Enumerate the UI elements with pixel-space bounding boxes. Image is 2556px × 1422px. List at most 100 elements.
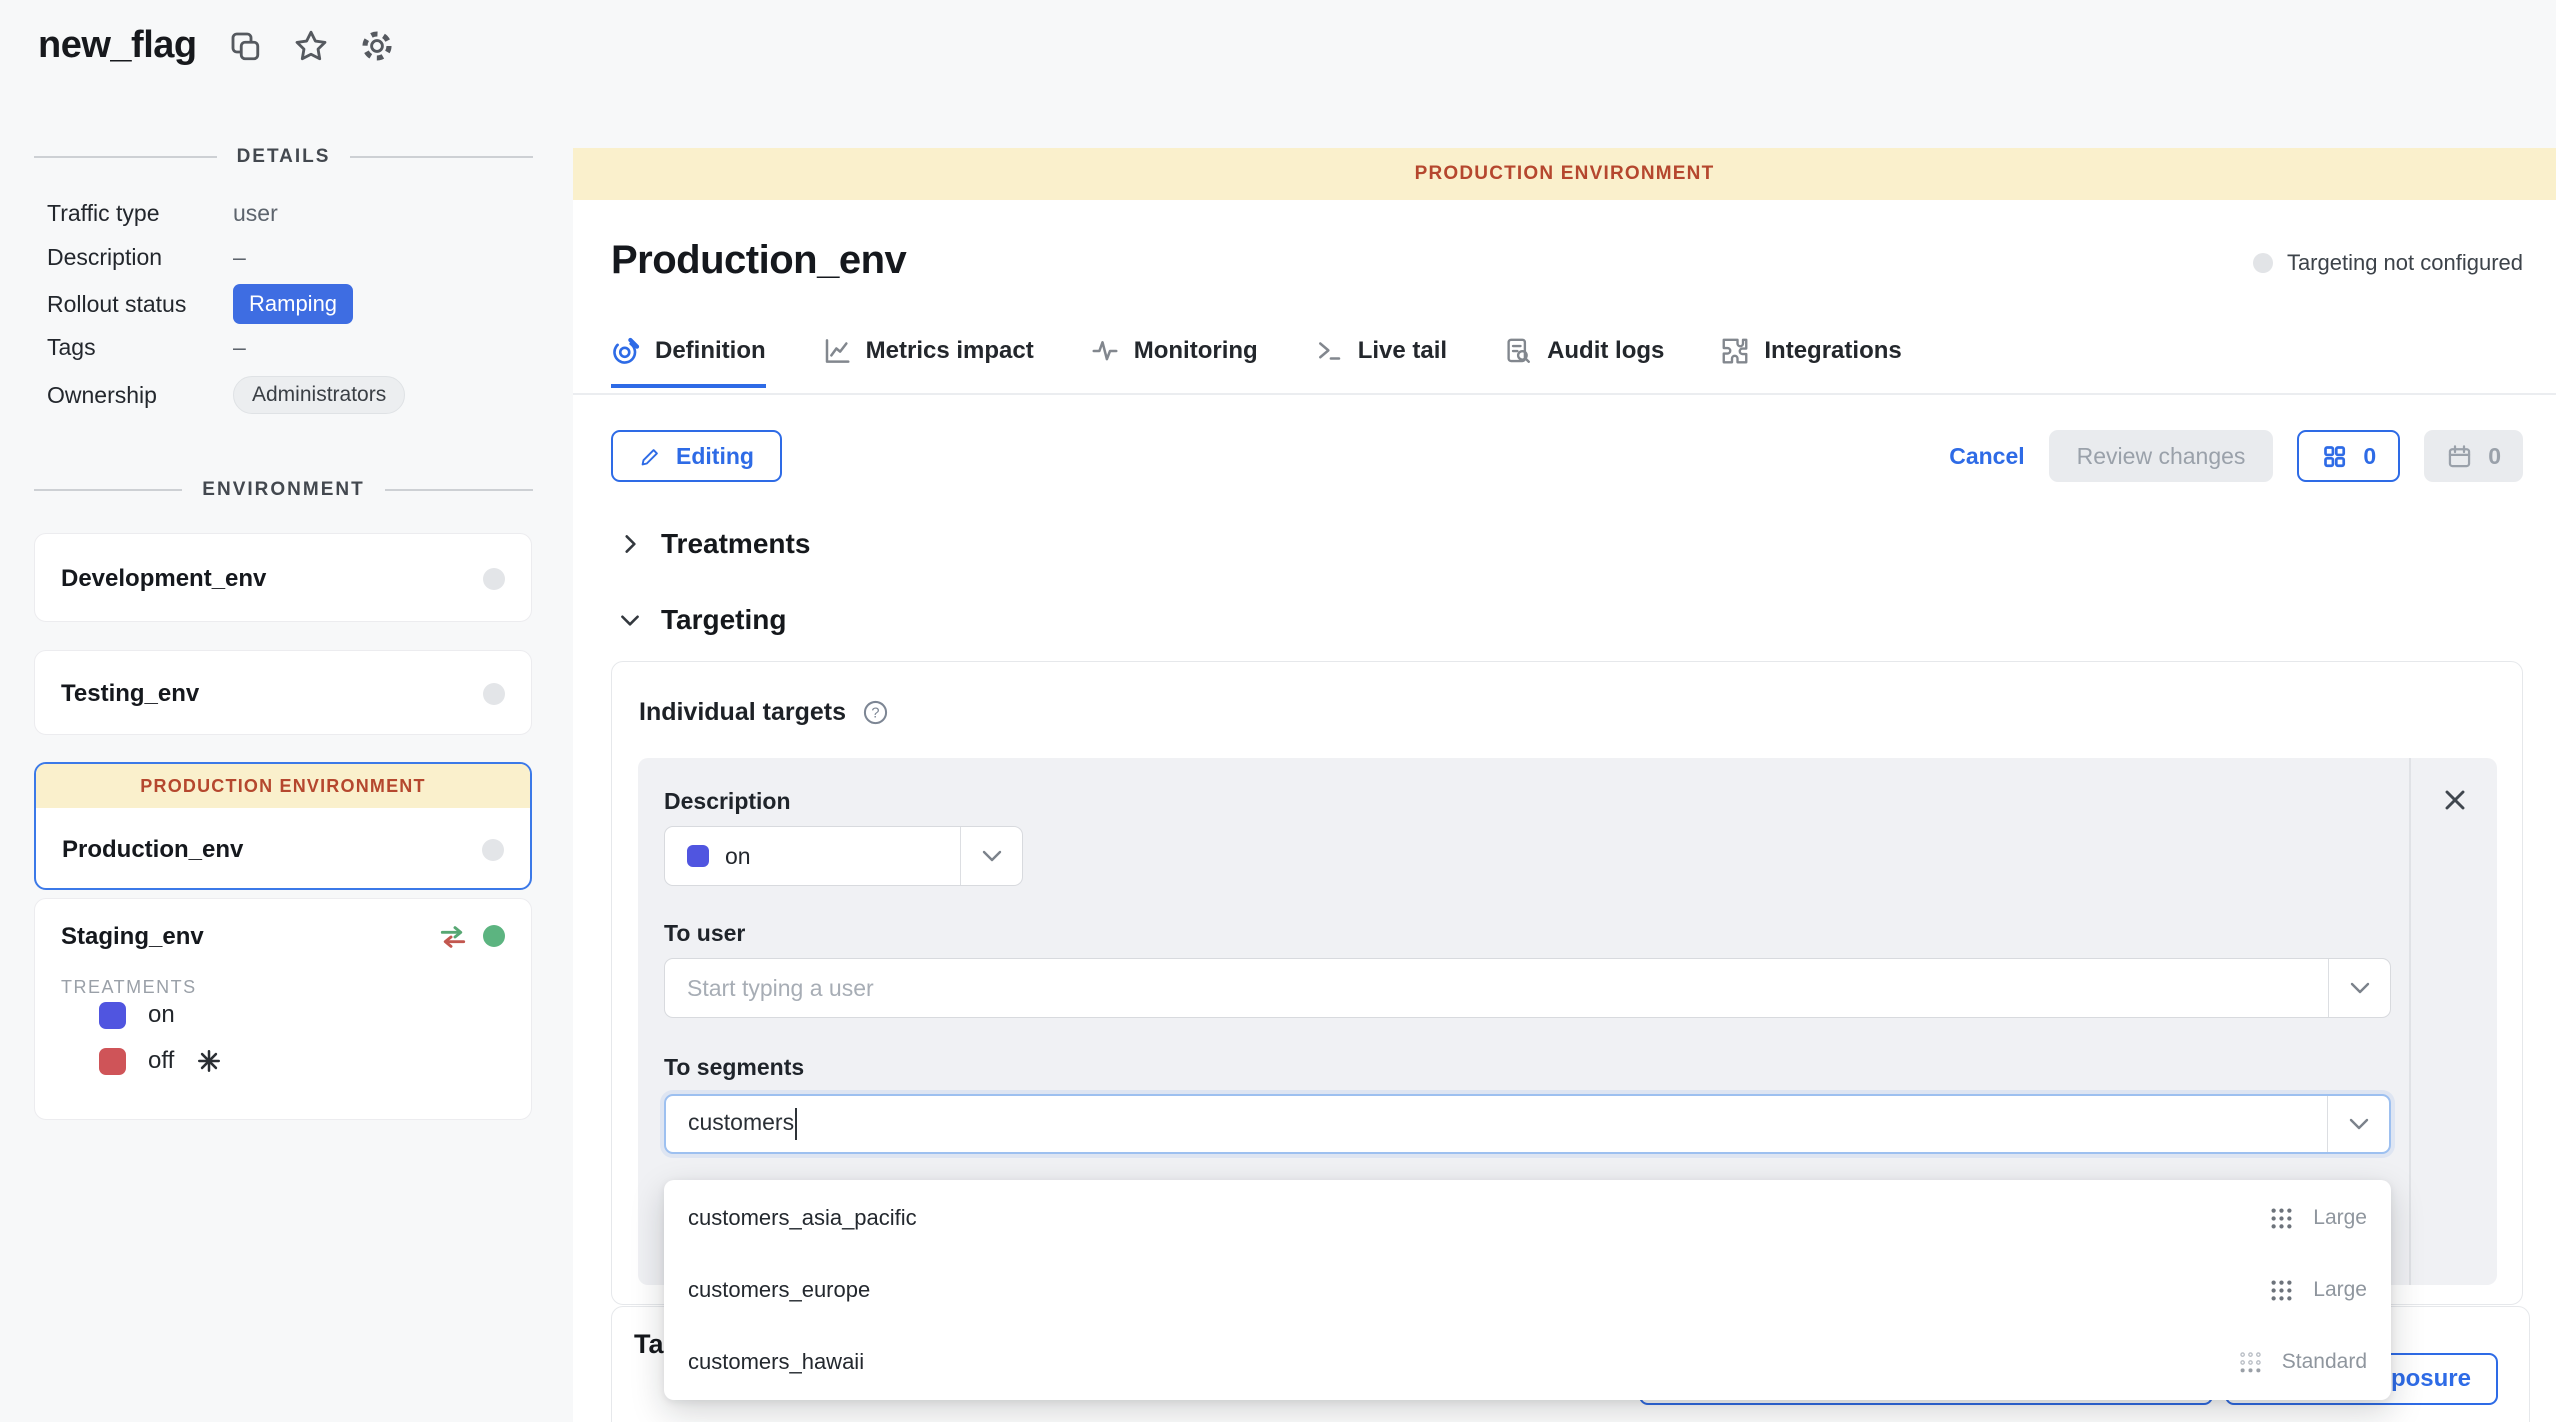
tab-label: Integrations (1764, 337, 1901, 365)
bottom-section-heading-partial: Ta (634, 1329, 664, 1360)
close-icon[interactable] (2439, 784, 2471, 816)
env-card-testing[interactable]: Testing_env (34, 650, 532, 735)
text-caret (795, 1108, 797, 1140)
grid-icon (2321, 443, 2348, 470)
segment-name: customers_europe (688, 1277, 2268, 1303)
treatments-section-header[interactable]: Treatments (617, 528, 810, 560)
detail-row-rollout-status: Rollout status Ramping (47, 284, 533, 324)
production-env-banner: PRODUCTION ENVIRONMENT (36, 764, 530, 808)
env-card-development[interactable]: Development_env (34, 533, 532, 622)
env-card-title: Production_env (62, 836, 243, 864)
chevron-down-icon[interactable] (2328, 959, 2390, 1017)
targeting-section-header[interactable]: Targeting (617, 604, 786, 636)
page-title: Production_env (611, 238, 906, 283)
chevron-down-icon[interactable] (960, 827, 1022, 885)
env-card-production[interactable]: PRODUCTION ENVIRONMENT Production_env (34, 762, 532, 890)
detail-label: Rollout status (47, 291, 233, 318)
treatment-select-value: on (725, 843, 960, 870)
env-status-dot (482, 839, 504, 861)
treatment-row-on: on (99, 1001, 175, 1029)
treatments-section-title: Treatments (661, 528, 810, 560)
segment-option-europe[interactable]: customers_europe Large (664, 1254, 2391, 1326)
segment-size-label: Standard (2282, 1350, 2367, 1374)
star-icon[interactable] (293, 28, 329, 64)
segment-option-hawaii[interactable]: customers_hawaii Standard (664, 1326, 2391, 1398)
review-changes-button[interactable]: Review changes (2049, 430, 2274, 482)
ownership-pill[interactable]: Administrators (233, 376, 405, 414)
to-user-placeholder: Start typing a user (687, 975, 2328, 1002)
editing-button[interactable]: Editing (611, 430, 782, 482)
to-user-input[interactable]: Start typing a user (664, 958, 2391, 1018)
sync-arrows-icon (437, 921, 469, 953)
treatments-heading: TREATMENTS (61, 977, 197, 998)
pulse-icon (1090, 336, 1120, 366)
treatment-on-swatch (687, 845, 709, 867)
targeting-panel: Individual targets ? Description on (611, 661, 2523, 1305)
editing-label: Editing (676, 443, 754, 470)
segment-meta: Large (2268, 1205, 2367, 1232)
production-environment-banner: PRODUCTION ENVIRONMENT (573, 148, 2556, 200)
treatment-off-swatch (99, 1048, 126, 1075)
tab-label: Live tail (1358, 337, 1447, 365)
help-icon[interactable]: ? (862, 699, 889, 726)
tab-audit-logs[interactable]: Audit logs (1503, 336, 1664, 388)
rules-counter-button[interactable]: 0 (2297, 430, 2400, 482)
segment-meta: Large (2268, 1277, 2367, 1304)
gear-icon[interactable] (359, 28, 395, 64)
individual-targets-heading: Individual targets ? (639, 698, 889, 727)
env-card-title: Testing_env (61, 680, 199, 708)
tab-live-tail[interactable]: Live tail (1314, 336, 1447, 388)
detail-label: Traffic type (47, 200, 233, 227)
env-card-staging[interactable]: Staging_env TREATMENTS on off (34, 898, 532, 1120)
audit-doc-icon (1503, 336, 1533, 366)
tab-label: Definition (655, 337, 766, 365)
detail-value: user (233, 200, 278, 227)
rollout-status-badge[interactable]: Ramping (233, 284, 353, 324)
cancel-link[interactable]: Cancel (1949, 443, 2024, 470)
segments-dropdown: customers_asia_pacific Large customers_e… (664, 1180, 2391, 1400)
chevron-right-icon (617, 531, 643, 557)
target-edit-icon (611, 336, 641, 366)
tab-integrations[interactable]: Integrations (1720, 336, 1901, 388)
copy-icon[interactable] (227, 28, 263, 64)
to-user-label: To user (664, 920, 745, 947)
env-status-dot (483, 683, 505, 705)
to-segments-label: To segments (664, 1054, 804, 1081)
segment-size-grid-icon (2268, 1277, 2295, 1304)
tab-definition[interactable]: Definition (611, 336, 766, 388)
treatment-on-swatch (99, 1002, 126, 1029)
chevron-down-icon (617, 607, 643, 633)
description-label: Description (664, 788, 791, 815)
env-card-title: Development_env (61, 565, 266, 593)
segment-option-asia-pacific[interactable]: customers_asia_pacific Large (664, 1182, 2391, 1254)
tab-monitoring[interactable]: Monitoring (1090, 336, 1258, 388)
terminal-icon (1314, 336, 1344, 366)
tab-metrics-impact[interactable]: Metrics impact (822, 336, 1034, 388)
chart-icon (822, 336, 852, 366)
env-status-dot (483, 568, 505, 590)
chevron-down-icon[interactable] (2327, 1096, 2389, 1152)
svg-text:?: ? (871, 706, 879, 722)
segment-size-grid-icon-light (2237, 1349, 2264, 1376)
detail-row-description: Description – (47, 244, 533, 271)
env-status-dot-active (483, 925, 505, 947)
env-card-title: Staging_env (61, 923, 204, 951)
calendar-icon (2446, 443, 2473, 470)
treatment-select[interactable]: on (664, 826, 1023, 886)
tab-label: Audit logs (1547, 337, 1664, 365)
tabbar-divider (573, 393, 2556, 395)
segment-size-label: Large (2313, 1278, 2367, 1302)
individual-targets-title: Individual targets (639, 698, 846, 727)
to-segments-input[interactable]: customers (664, 1094, 2391, 1154)
status-text: Targeting not configured (2287, 250, 2523, 276)
to-segments-value: customers (688, 1108, 2327, 1140)
treatment-name: on (148, 1001, 175, 1029)
detail-value: – (233, 244, 246, 271)
targeting-section-title: Targeting (661, 604, 786, 636)
segment-size-label: Large (2313, 1206, 2367, 1230)
rules-count: 0 (2363, 443, 2376, 470)
schedule-counter-button[interactable]: 0 (2424, 430, 2523, 482)
treatment-row-off: off (99, 1047, 222, 1075)
tab-label: Monitoring (1134, 337, 1258, 365)
tab-label: Metrics impact (866, 337, 1034, 365)
